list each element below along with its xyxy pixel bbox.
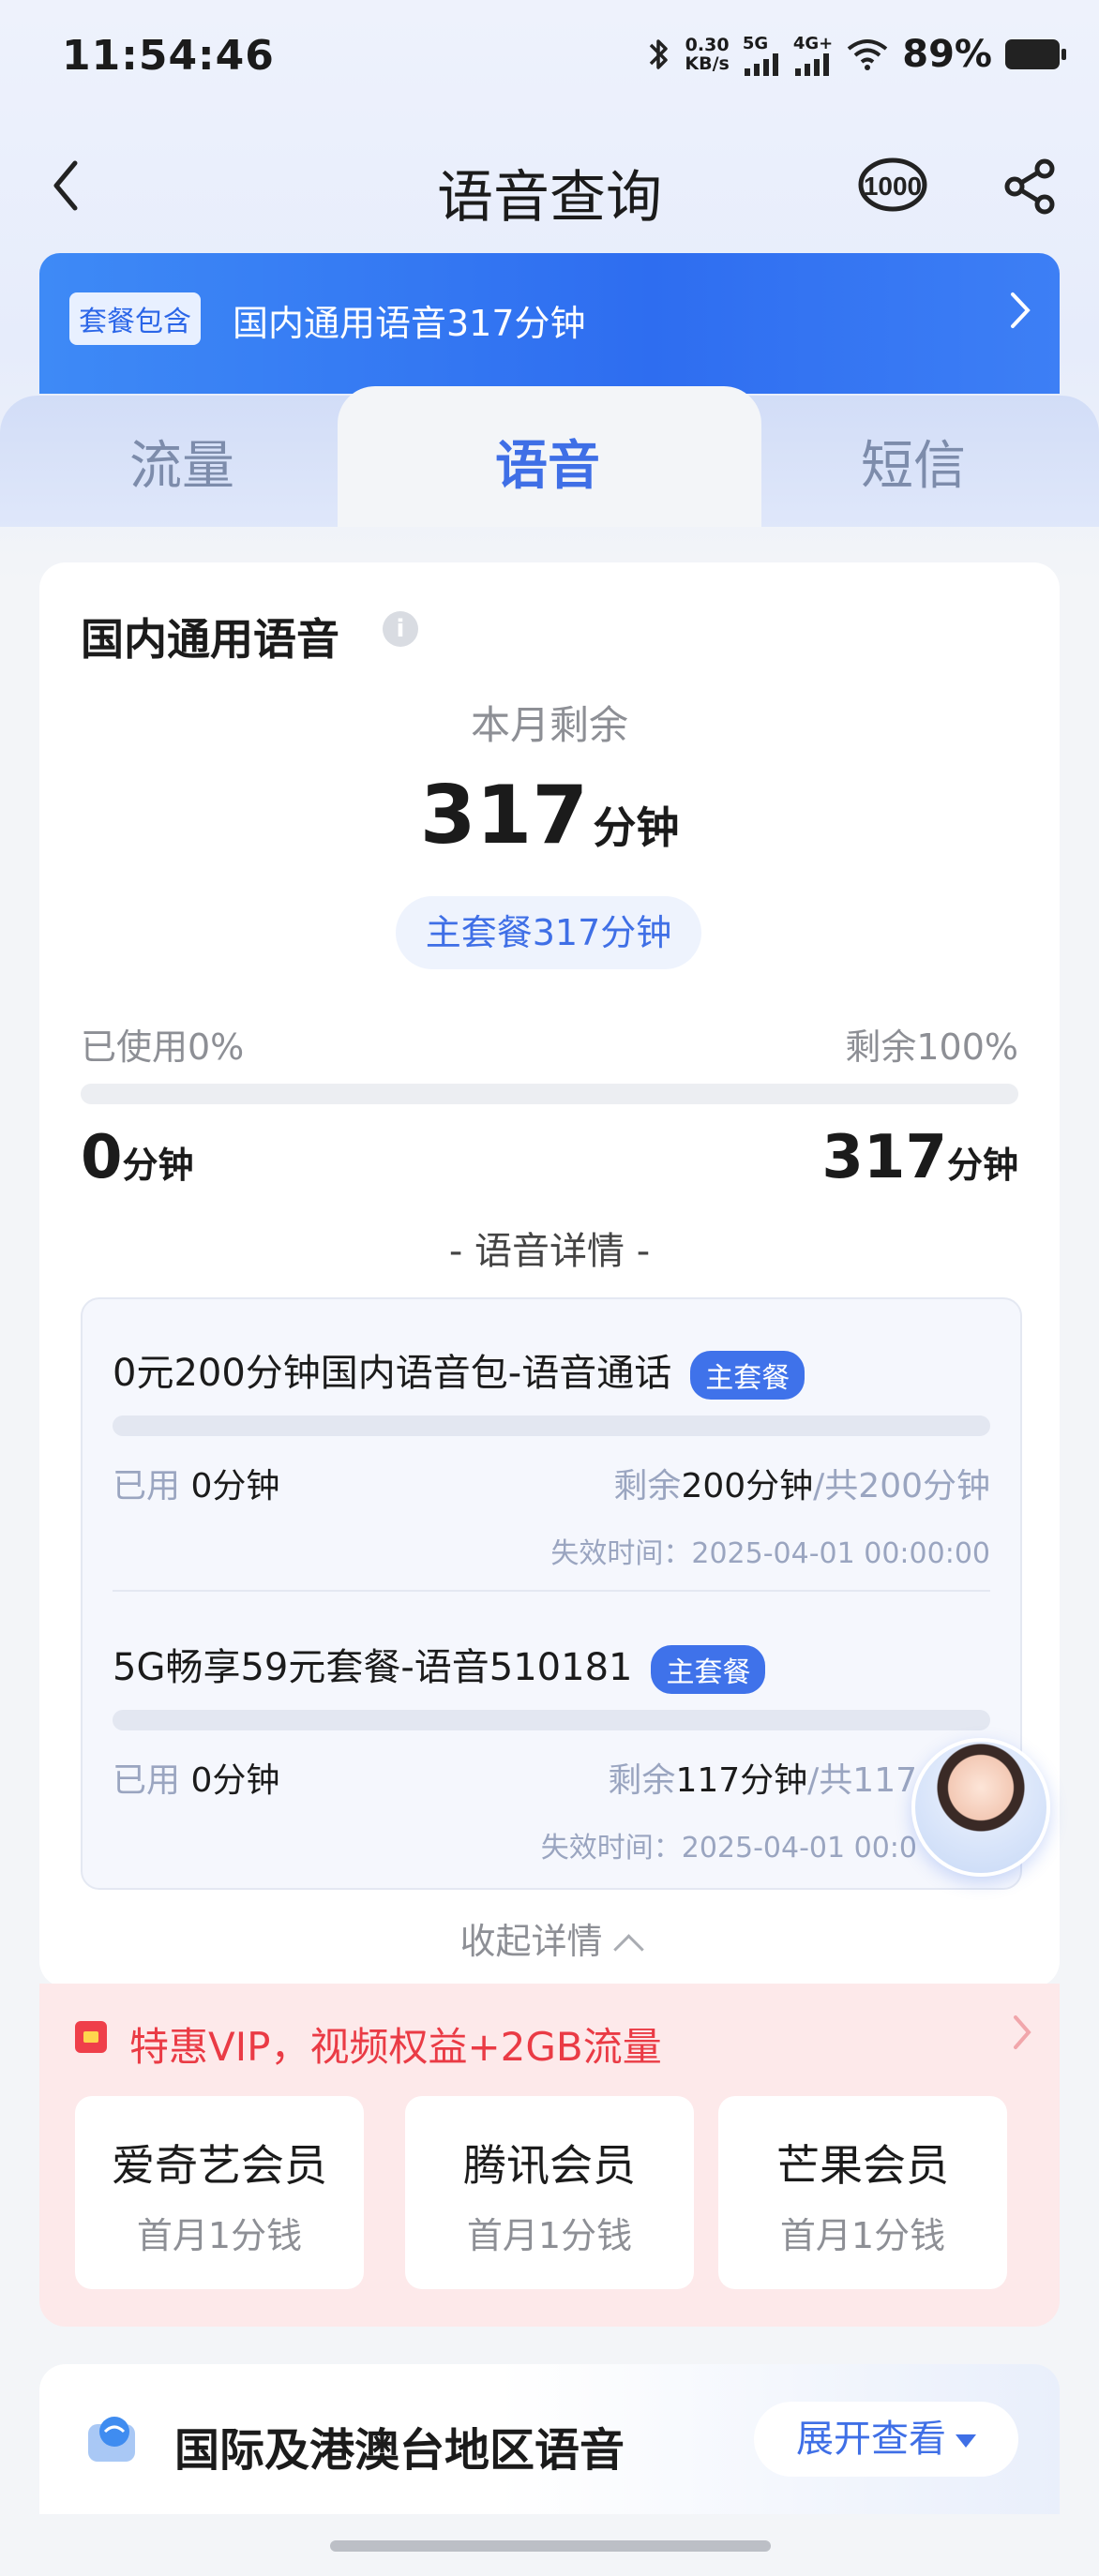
item-progress-bar	[113, 1710, 990, 1730]
item-total: /共200分钟	[813, 1467, 990, 1505]
item-expire: 失效时间：2025-04-01 00:0	[540, 1832, 917, 1865]
usage-progress-bar	[81, 1084, 1018, 1104]
status-time: 11:54:46	[62, 32, 275, 80]
voice-detail-list: 0元200分钟国内语音包-语音通话 主套餐 已用 0分钟 剩余200分钟/共200…	[81, 1297, 1022, 1890]
collapse-details-button[interactable]: 收起详情	[39, 1912, 1060, 1965]
remain-amount-number: 317	[821, 1123, 947, 1192]
remain-label: 本月剩余	[470, 702, 628, 748]
remain-amount-unit: 分钟	[946, 1145, 1018, 1186]
item-used: 已用 0分钟	[113, 1753, 279, 1802]
signal-4g-label: 4G+	[792, 33, 834, 53]
item-used-value: 0分钟	[190, 1761, 280, 1800]
tab-voice[interactable]: 语音	[495, 424, 600, 500]
package-badge: 套餐包含	[69, 292, 201, 345]
wifi-icon	[848, 39, 888, 70]
usage-tabs: 流量 语音 短信	[0, 386, 1099, 527]
voice-usage-card: 国内通用语音 i 本月剩余 317 分钟 主套餐317分钟 已使用0% 剩余10…	[39, 562, 1060, 1987]
item-remain: 剩余200分钟/共200分钟	[613, 1459, 990, 1507]
item-name-text: 0元200分钟国内语音包-语音通话	[113, 1352, 672, 1395]
vip-card-mango[interactable]: 芒果会员 首月1分钱	[718, 2096, 1007, 2289]
vip-card-sub: 首月1分钱	[466, 2215, 633, 2256]
chevron-up-icon	[612, 1934, 644, 1965]
remain-number: 317	[419, 769, 589, 862]
item-name: 5G畅享59元套餐-语音510181 主套餐	[113, 1637, 766, 1694]
status-icons: 0.30 KB/s 5G 4G+ 89%	[645, 28, 1066, 81]
info-icon[interactable]: i	[383, 611, 418, 647]
card-title: 国内通用语音	[81, 614, 339, 665]
tab-flow[interactable]: 流量	[129, 424, 234, 500]
item-used-label: 已用	[113, 1467, 181, 1505]
remain-unit: 分钟	[593, 802, 680, 853]
net-speed-unit: KB/s	[685, 53, 730, 74]
used-amount: 0分钟	[81, 1123, 194, 1192]
package-banner[interactable]: 套餐包含 国内通用语音317分钟	[39, 253, 1060, 394]
plan-pill: 主套餐317分钟	[396, 896, 701, 969]
list-item: 0元200分钟国内语音包-语音通话 主套餐 已用 0分钟 剩余200分钟/共200…	[83, 1299, 1020, 1592]
signal-5g: 5G	[743, 34, 780, 76]
remain-amount: 317分钟	[821, 1123, 1018, 1192]
share-icon[interactable]	[1000, 156, 1061, 217]
divider	[113, 1590, 990, 1592]
item-name-text: 5G畅享59元套餐-语音510181	[113, 1646, 633, 1689]
signal-4g: 4G+	[793, 34, 833, 76]
caret-down-icon	[956, 2434, 976, 2448]
vip-card-sub: 首月1分钱	[136, 2215, 303, 2256]
vip-card-iqiyi[interactable]: 爱奇艺会员 首月1分钱	[75, 2096, 364, 2289]
detail-heading: - 语音详情 -	[448, 1230, 651, 1273]
item-remain-value: 200分钟	[681, 1467, 814, 1505]
item-used-value: 0分钟	[190, 1467, 280, 1505]
vip-promo-text[interactable]: 特惠VIP，视频权益+2GB流量	[129, 2015, 662, 2073]
item-remain-label: 剩余	[613, 1467, 682, 1505]
item-progress-bar	[113, 1415, 990, 1436]
assistant-avatar[interactable]	[911, 1738, 1050, 1877]
svg-text:1000: 1000	[864, 172, 922, 201]
nav-bar: 语音查询 1000	[0, 131, 1099, 234]
package-banner-text: 国内通用语音317分钟	[233, 303, 586, 344]
vip-card-name: 爱奇艺会员	[112, 2140, 327, 2191]
vip-card-name: 腾讯会员	[463, 2140, 636, 2191]
item-remain-label: 剩余	[608, 1761, 676, 1800]
vip-card-sub: 首月1分钱	[779, 2215, 946, 2256]
tab-sms[interactable]: 短信	[861, 424, 966, 500]
item-remain-value: 117分钟	[675, 1761, 808, 1800]
item-used: 已用 0分钟	[113, 1459, 279, 1507]
item-remain: 剩余117分钟/共117	[608, 1753, 917, 1802]
used-percent: 已使用0%	[81, 1026, 245, 1068]
net-speed: 0.30 KB/s	[685, 36, 729, 73]
used-amount-number: 0	[81, 1123, 123, 1192]
vip-card-name: 芒果会员	[776, 2140, 949, 2191]
expand-view-button[interactable]: 展开查看	[754, 2402, 1018, 2477]
gift-icon	[75, 2021, 107, 2053]
page-title: 语音查询	[437, 165, 662, 231]
remain-value: 317 分钟	[39, 769, 1060, 862]
item-name: 0元200分钟国内语音包-语音通话 主套餐	[113, 1342, 805, 1400]
main-plan-badge: 主套餐	[651, 1645, 766, 1694]
item-used-label: 已用	[113, 1761, 181, 1800]
phone-globe-icon	[88, 2417, 135, 2462]
customer-service-10000-icon[interactable]: 1000	[855, 152, 930, 217]
expand-view-label: 展开查看	[796, 2418, 946, 2461]
list-item: 5G畅享59元套餐-语音510181 主套餐 已用 0分钟 剩余117分钟/共11…	[83, 1594, 1020, 1884]
remain-percent: 剩余100%	[845, 1026, 1018, 1068]
vip-promo-section: 特惠VIP，视频权益+2GB流量 爱奇艺会员 首月1分钱 腾讯会员 首月1分钱 …	[39, 1984, 1060, 2327]
status-bar: 11:54:46 0.30 KB/s 5G 4G+ 89%	[0, 0, 1099, 103]
battery-icon	[1005, 39, 1066, 69]
international-voice-title: 国际及港澳台地区语音	[174, 2424, 625, 2477]
signal-bars-icon	[744, 52, 778, 76]
chevron-right-icon[interactable]	[1011, 2012, 1033, 2053]
bluetooth-icon	[650, 39, 669, 69]
item-total: /共117	[807, 1761, 917, 1800]
international-voice-section: 国际及港澳台地区语音 展开查看	[39, 2364, 1060, 2514]
collapse-label: 收起详情	[459, 1921, 603, 1962]
net-speed-value: 0.30	[685, 35, 730, 55]
signal-5g-label: 5G	[742, 33, 769, 53]
chevron-right-icon	[1011, 292, 1031, 328]
item-expire: 失效时间：2025-04-01 00:00:00	[550, 1537, 990, 1570]
vip-card-tencent[interactable]: 腾讯会员 首月1分钱	[405, 2096, 694, 2289]
signal-bars-icon	[794, 52, 829, 76]
home-indicator[interactable]	[330, 2540, 771, 2552]
used-amount-unit: 分钟	[122, 1145, 194, 1186]
main-plan-badge: 主套餐	[690, 1351, 805, 1400]
battery-level: 89%	[902, 33, 992, 76]
